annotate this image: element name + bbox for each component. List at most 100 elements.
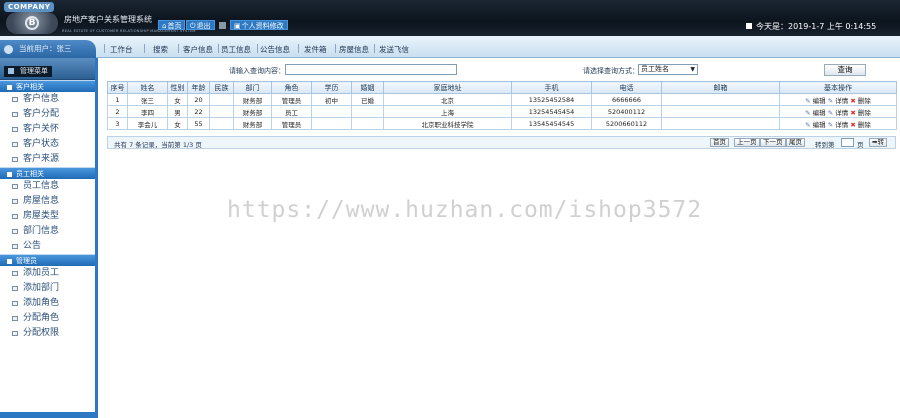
home-button[interactable]: ⌂首页 [158,20,186,30]
query-label: 请输入查询内容： [229,67,285,75]
pencil-icon: ✎ [827,120,834,129]
sidebar: 管理菜单 客户相关 客户信息 客户分配 客户关怀 客户状态 客户来源 员工相关 … [0,58,98,418]
nav-item-fetion[interactable]: 发送飞信 [379,44,409,55]
edit-link[interactable]: 编辑 [813,109,826,117]
nav-item-notices[interactable]: 公告信息 [260,44,290,55]
query-button[interactable]: 查询 [824,64,866,76]
col-header: 电话 [591,81,662,94]
sidebar-header: 管理菜单 [0,58,95,80]
item-icon [12,316,18,321]
cell [661,93,780,106]
row-actions: ✎ 编辑 ✎ 详情 ✖ 删除 [779,93,897,106]
nav-separator [335,44,336,53]
cell: 2 [107,105,128,118]
cell: 1 [107,93,128,106]
pencil-icon: ✎ [805,96,811,105]
col-header: 部门 [233,81,272,94]
prev-page-button[interactable]: 上一页 [734,138,760,147]
profile-edit-button[interactable]: ▣个人资料修改 [230,20,288,30]
query-input[interactable] [285,64,457,75]
last-page-button[interactable]: 尾页 [786,138,805,147]
nav-item-customers[interactable]: 客户信息 [183,44,213,55]
cell: 13525452584 [511,93,592,106]
sidebar-item-employee-info[interactable]: 员工信息 [0,179,95,194]
item-icon [12,214,18,219]
sidebar-item-customer-source[interactable]: 客户来源 [0,152,95,167]
pencil-icon: ✎ [827,96,834,105]
item-icon [12,244,18,249]
col-header: 学历 [311,81,352,94]
cell: 李四 [127,105,168,118]
delete-link[interactable]: 删除 [858,97,871,105]
search-bar: 请输入查询内容： 请选择查询方式： 员工姓名 ▼ 查询 [101,62,900,80]
goto-page-input[interactable] [841,138,854,147]
sidebar-item-house-type[interactable]: 房屋类型 [0,209,95,224]
sidebar-item-add-department[interactable]: 添加部门 [0,281,95,296]
nav-separator [298,44,299,53]
mode-select[interactable]: 员工姓名 ▼ [638,64,698,75]
sidebar-group-customers[interactable]: 客户相关 [0,80,95,92]
sidebar-item-add-role[interactable]: 添加角色 [0,296,95,311]
sidebar-item-department-info[interactable]: 部门信息 [0,224,95,239]
col-header: 性别 [167,81,188,94]
sidebar-item-house-info[interactable]: 房屋信息 [0,194,95,209]
detail-link[interactable]: 详情 [835,121,848,129]
nav-item-search[interactable]: 搜索 [153,44,168,55]
page-unit: 页 [857,141,864,149]
col-header: 婚姻 [351,81,384,94]
logout-button[interactable]: ⏻退出 [186,20,215,30]
col-header: 序号 [107,81,128,94]
brand-logo: B [6,12,58,34]
edit-link[interactable]: 编辑 [813,121,826,129]
cell [351,117,384,130]
cell [311,105,352,118]
cell: 5200660112 [591,117,662,130]
delete-link[interactable]: 删除 [858,109,871,117]
first-page-button[interactable]: 首页 [710,138,729,147]
detail-link[interactable]: 详情 [835,97,848,105]
nav-item-houses[interactable]: 房屋信息 [339,44,369,55]
cell: 上海 [383,105,512,118]
sidebar-group-admin[interactable]: 管理员 [0,254,95,266]
next-page-button[interactable]: 下一页 [760,138,786,147]
sidebar-item-customer-status[interactable]: 客户状态 [0,137,95,152]
date-display: 今天是：2019-1-7 上午 0:14:55 [756,22,877,31]
sidebar-item-notice[interactable]: 公告 [0,239,95,254]
goto-button[interactable]: ➡转 [869,138,887,147]
col-header: 家庭地址 [383,81,512,94]
sidebar-item-assign-role[interactable]: 分配角色 [0,311,95,326]
table-row: 2 李四 男 22 财务部 员工 上海 13254545454 52040011… [107,105,897,118]
sidebar-item-customer-care[interactable]: 客户关怀 [0,122,95,137]
edit-link[interactable]: 编辑 [813,97,826,105]
nav-item-outbox[interactable]: 发件箱 [304,44,327,55]
detail-link[interactable]: 详情 [835,109,848,117]
pencil-icon: ✎ [805,120,811,129]
sidebar-item-add-employee[interactable]: 添加员工 [0,266,95,281]
col-header: 邮箱 [661,81,780,94]
cell: 13254545454 [511,105,592,118]
sidebar-item-customer-assign[interactable]: 客户分配 [0,107,95,122]
sidebar-item-assign-permission[interactable]: 分配权限 [0,326,95,341]
power-icon: ⏻ [190,22,196,30]
sidebar-group-employees[interactable]: 员工相关 [0,167,95,179]
delete-link[interactable]: 删除 [858,121,871,129]
nav-item-workbench[interactable]: 工作台 [110,44,133,55]
divider-square [219,22,226,29]
current-user: 当前用户：张三 [0,40,96,58]
group-icon [7,84,12,90]
cell: 6666666 [591,93,662,106]
item-icon [12,157,18,162]
col-header: 民族 [209,81,234,94]
nav-item-employees[interactable]: 员工信息 [221,44,251,55]
group-icon [7,258,12,264]
calendar-icon [746,23,752,29]
col-header: 年龄 [187,81,210,94]
cell [209,105,234,118]
nav-separator [374,44,375,53]
cell: 女 [167,117,188,130]
item-icon [12,184,18,189]
sidebar-item-customer-info[interactable]: 客户信息 [0,92,95,107]
pencil-icon: ✎ [827,108,834,117]
col-header: 手机 [511,81,592,94]
cell [661,105,780,118]
